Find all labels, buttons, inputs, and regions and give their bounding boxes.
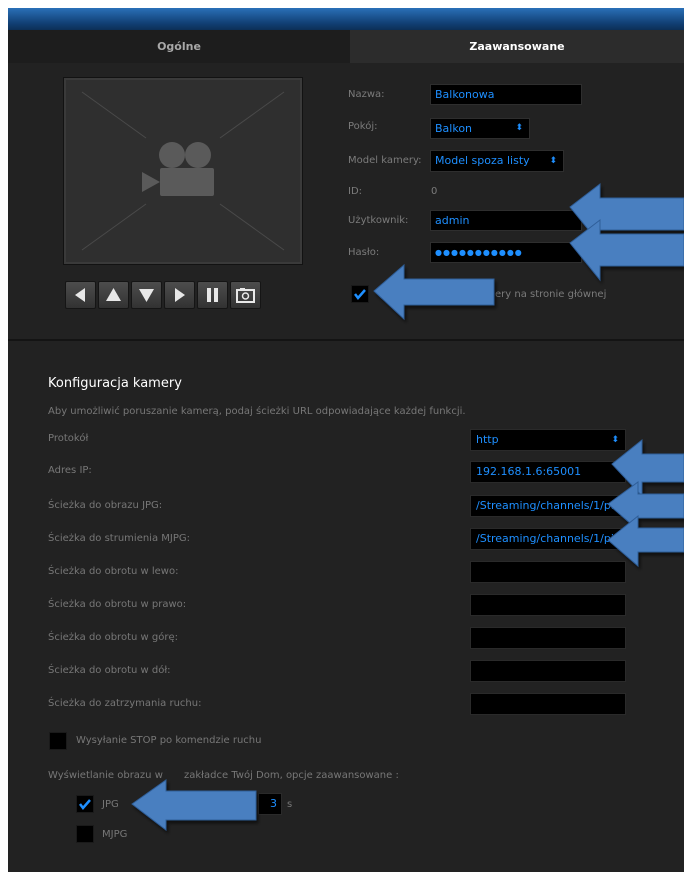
camera-settings-window: Ogólne Zaawansowane Nazwa: Balkonowa Pok… — [8, 8, 684, 872]
arrow-pointing-checkbox — [373, 263, 495, 321]
arrow-pointing-jpg-option — [131, 779, 257, 832]
annotation-arrows — [131, 182, 684, 832]
arrow-pointing-jpg-path — [607, 481, 684, 532]
arrow-pointing-ip — [611, 438, 684, 498]
arrow-pointing-mjpg-path — [607, 514, 684, 568]
